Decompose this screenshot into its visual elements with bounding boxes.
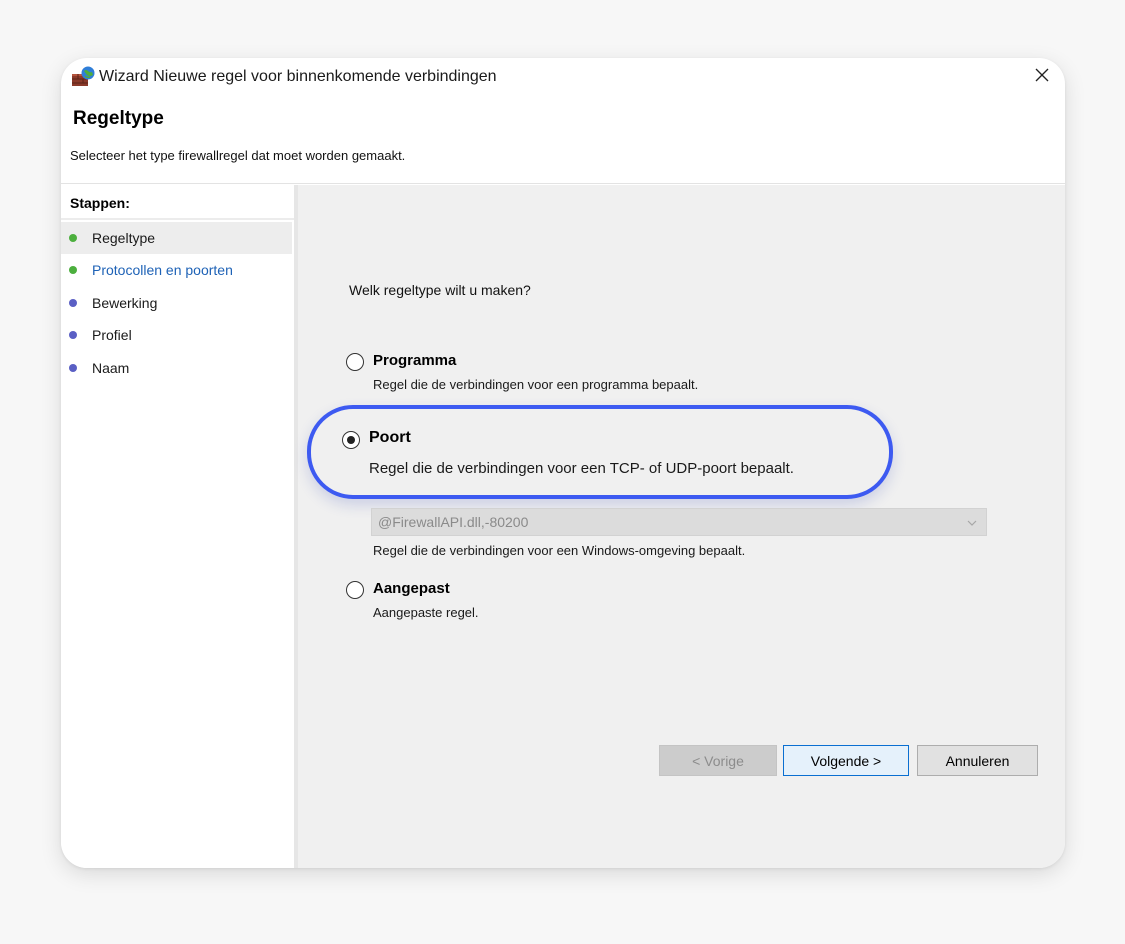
sidebar-item-label: Profiel [92, 327, 132, 343]
sidebar-item-label: Naam [92, 360, 130, 376]
close-icon [1035, 68, 1049, 87]
next-button[interactable]: Volgende > [783, 745, 909, 776]
dropdown-value: @FirewallAPI.dll,-80200 [378, 514, 529, 530]
option-description: Aangepaste regel. [373, 605, 479, 620]
step-complete-dot-icon [69, 266, 77, 274]
radio-selected-dot [346, 435, 355, 444]
header-divider [61, 183, 1065, 184]
sidebar-item-label: Regeltype [92, 230, 156, 246]
cancel-button[interactable]: Annuleren [917, 745, 1038, 776]
radio-aangepast[interactable] [346, 581, 364, 599]
steps-title: Stappen: [70, 195, 130, 211]
predefined-rule-dropdown[interactable]: @FirewallAPI.dll,-80200 [371, 508, 987, 536]
step-complete-dot-icon [69, 234, 77, 242]
option-label: Aangepast [373, 580, 450, 597]
sidebar-item-label[interactable]: Protocollen en poorten [92, 262, 233, 278]
option-label: Poort [369, 429, 411, 446]
chevron-down-icon [966, 516, 978, 528]
sidebar-item-naam: Naam [61, 352, 292, 384]
firewall-icon [71, 66, 97, 88]
wizard-window: Wizard Nieuwe regel voor binnenkomende v… [61, 58, 1065, 868]
sidebar-item-regeltype: Regeltype [61, 222, 292, 254]
steps-sidebar: Stappen: Regeltype Protocollen en poorte… [61, 185, 294, 868]
sidebar-item-protocollen[interactable]: Protocollen en poorten [61, 254, 292, 286]
title-bar: Wizard Nieuwe regel voor binnenkomende v… [61, 58, 1065, 96]
window-title: Wizard Nieuwe regel voor binnenkomende v… [99, 68, 497, 85]
radio-poort[interactable] [342, 431, 360, 449]
page-title: Regeltype [73, 108, 164, 129]
question-text: Welk regeltype wilt u maken? [349, 282, 531, 298]
page-subtitle: Selecteer het type firewallregel dat moe… [70, 148, 406, 163]
sidebar-item-bewerking: Bewerking [61, 287, 292, 319]
step-pending-dot-icon [69, 299, 77, 307]
step-pending-dot-icon [69, 364, 77, 372]
sidebar-item-label: Bewerking [92, 295, 158, 311]
option-poort[interactable]: Poort Regel die de verbindingen voor een… [342, 425, 902, 481]
option-programma[interactable]: Programma Regel die de verbindingen voor… [344, 345, 844, 395]
close-button[interactable] [1025, 62, 1059, 92]
sidebar-item-profiel: Profiel [61, 319, 292, 351]
option-description: Regel die de verbindingen voor een progr… [373, 377, 699, 392]
steps-title-divider [61, 218, 294, 220]
predefined-description: Regel die de verbindingen voor een Windo… [373, 543, 746, 558]
step-pending-dot-icon [69, 331, 77, 339]
previous-button[interactable]: < Vorige [659, 745, 777, 776]
option-label: Programma [373, 352, 457, 369]
radio-programma[interactable] [346, 353, 364, 371]
option-description: Regel die de verbindingen voor een TCP- … [369, 460, 794, 477]
option-aangepast[interactable]: Aangepast Aangepaste regel. [344, 574, 844, 624]
